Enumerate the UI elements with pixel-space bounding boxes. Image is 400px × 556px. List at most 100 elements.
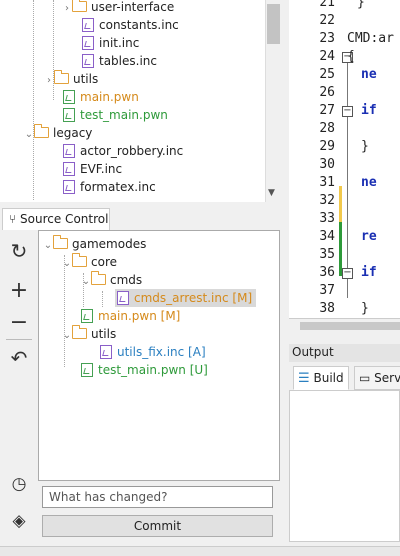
line-number: 27 [319,103,335,118]
toolbar-divider [6,339,32,340]
line-number: 36 [319,265,335,280]
tree-item-tables[interactable]: tables.inc [82,52,157,70]
sc-item-test-main[interactable]: test_main.pwn [U] [81,361,208,379]
chevron-right-icon[interactable]: › [62,0,72,18]
fold-collapse-icon[interactable]: − [342,106,353,117]
line-number: 33 [319,211,335,226]
folder-icon [72,0,87,12]
line-number: 25 [319,67,335,82]
chevron-right-icon[interactable]: › [44,72,54,90]
output-header: Output [289,344,400,362]
commit-button[interactable]: Commit [42,515,273,537]
line-number: 22 [319,13,335,28]
file-icon [82,54,94,68]
folder-open-icon [53,235,68,249]
tree-guide [102,291,103,307]
folder-open-icon [72,325,87,339]
refresh-icon[interactable]: ↻ [6,238,32,264]
file-icon [63,180,75,194]
sc-item-utils-fix[interactable]: utils_fix.inc [A] [100,343,206,361]
output-title: Output [292,345,334,359]
file-icon [81,363,93,377]
line-number: 38 [319,301,335,316]
sc-item-utils[interactable]: ⌄ utils [62,325,116,343]
file-icon [81,309,93,323]
tab-build-label: Build [313,371,344,385]
code-line: ne [361,175,377,190]
branch-icon: ⑂ [9,212,17,226]
file-icon [63,108,75,122]
tree-item-actor-robbery[interactable]: actor_robbery.inc [63,142,183,160]
tree-item-init[interactable]: init.inc [82,34,139,52]
code-line: re [361,229,377,244]
folder-open-icon [72,253,87,267]
folder-icon [54,70,69,84]
chevron-down-icon[interactable]: ⌄ [24,126,34,144]
file-icon [82,18,94,32]
remove-icon[interactable]: − [6,309,32,335]
line-number: 28 [319,121,335,136]
tree-item-constants[interactable]: constants.inc [82,16,179,34]
fold-collapse-icon[interactable]: − [342,268,353,279]
build-icon: ☰ [298,371,310,386]
chevron-down-icon[interactable]: ⌄ [81,273,91,291]
tree-item-evf[interactable]: EVF.inc [63,160,122,178]
folder-open-icon [34,124,49,138]
sc-item-main-pwn[interactable]: main.pwn [M] [81,307,180,325]
undo-icon[interactable]: ↶ [6,345,32,371]
fold-guide [347,58,348,298]
changes-tree[interactable]: ⌄ gamemodes ⌄ core ⌄ cmds cmds_arrest.inc [… [38,230,280,481]
tree-item-formatex[interactable]: formatex.inc [63,178,156,196]
tree-item-main-pwn[interactable]: main.pwn [63,88,139,106]
file-tree[interactable]: › user-interface constants.inc init.inc t… [0,0,282,202]
terminal-icon: ▭ [359,371,371,385]
add-icon[interactable]: + [6,277,32,303]
line-number: 29 [319,139,335,154]
line-number: 30 [319,157,335,172]
tree-item-legacy[interactable]: ⌄ legacy [24,124,92,142]
status-bar [0,546,400,556]
code-editor[interactable]: 21 } 22 23 CMD:ar 24 − { 25 ne 26 27 − i… [289,0,400,318]
code-line: ne [361,67,377,82]
history-icon[interactable]: ◷ [6,471,32,497]
sc-item-gamemodes[interactable]: ⌄ gamemodes [43,235,146,253]
tab-server[interactable]: ▭ Serve [354,366,400,390]
tab-source-control-label: Source Control [20,212,109,226]
sc-item-core[interactable]: ⌄ core [62,253,117,271]
line-number: 21 [319,0,335,10]
tab-build[interactable]: ☰ Build [293,366,349,390]
editor-scroll-thumb[interactable] [300,322,400,330]
file-icon [63,90,75,104]
line-number: 31 [319,175,335,190]
code-line: if [361,265,377,280]
file-icon [117,291,129,305]
line-number: 23 [319,31,335,46]
code-line: CMD:ar [347,31,394,46]
file-tree-scroll-thumb[interactable] [267,4,280,44]
tree-item-utils[interactable]: › utils [44,70,98,88]
git-icon[interactable]: ◈ [6,508,32,534]
sc-item-cmds-arrest[interactable]: cmds_arrest.inc [M] [115,289,257,307]
tree-item-user-interface[interactable]: › user-interface [62,0,174,16]
tree-guide [33,0,34,200]
file-icon [63,162,75,176]
output-content[interactable] [289,390,400,542]
line-number: 26 [319,85,335,100]
chevron-down-icon[interactable]: ⌄ [62,327,72,345]
scroll-down-arrow-icon[interactable]: ▼ [268,188,275,198]
chevron-down-icon[interactable]: ⌄ [62,255,72,273]
chevron-down-icon[interactable]: ⌄ [43,237,53,255]
tab-source-control[interactable]: ⑂ Source Control [2,208,110,230]
line-number: 35 [319,247,335,262]
code-line: if [361,103,377,118]
line-number: 37 [319,283,335,298]
tree-item-test-main[interactable]: test_main.pwn [63,106,168,124]
tab-server-label: Serve [374,371,400,385]
file-icon [100,345,112,359]
code-line: } [361,301,369,316]
code-line: { [347,49,355,64]
folder-open-icon [91,271,106,285]
sc-item-cmds[interactable]: ⌄ cmds [81,271,142,289]
code-line: } [357,0,365,10]
commit-message-input[interactable] [42,486,273,508]
